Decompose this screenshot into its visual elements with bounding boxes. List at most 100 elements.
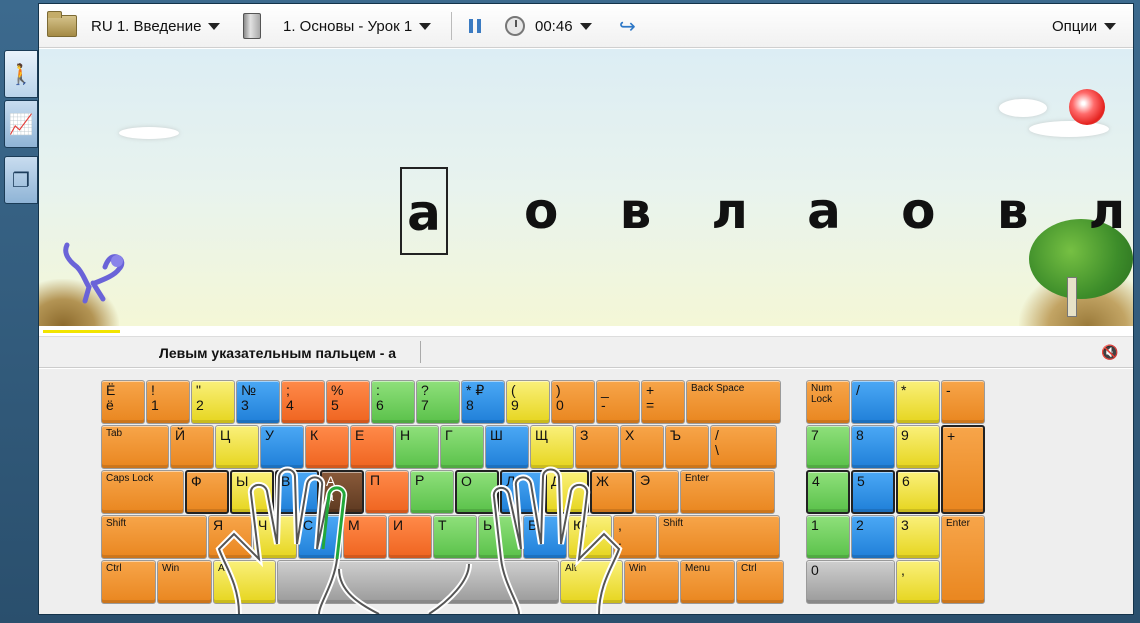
key[interactable]: Т [433,515,477,559]
key[interactable]: У [260,425,304,469]
key[interactable]: Alt [560,560,623,604]
open-folder-button[interactable] [47,4,77,48]
key[interactable]: / [851,380,895,424]
key[interactable]: 5 [851,470,895,514]
sidebar-statistics-button[interactable]: 📈 [4,100,38,148]
key[interactable]: Л [500,470,544,514]
key[interactable]: Win [624,560,679,604]
restart-button[interactable]: ↩ [619,4,636,48]
key[interactable]: (9 [506,380,550,424]
hint-divider [420,341,421,363]
timer-value: 00:46 [535,17,573,35]
key[interactable]: Х [620,425,664,469]
key[interactable]: Num Lock [806,380,850,424]
sidebar-lesson-button[interactable]: 🚶 [4,50,38,98]
key[interactable]: И [388,515,432,559]
key[interactable]: ) 0 [551,380,595,424]
back-arrow-icon: ↩ [619,15,636,38]
key[interactable]: Д [545,470,589,514]
key[interactable]: _ - [596,380,640,424]
key[interactable]: Ъ [665,425,709,469]
key[interactable]: Ь [478,515,522,559]
key[interactable]: Ctrl [101,560,156,604]
key[interactable]: Ц [215,425,259,469]
upcoming-letter: в [996,182,1029,240]
key[interactable]: Ф [185,470,229,514]
lesson-dropdown[interactable]: 1. Основы - Урок 1 [283,4,432,48]
key[interactable]: П [365,470,409,514]
key[interactable]: К [305,425,349,469]
key[interactable]: Menu [680,560,735,604]
key[interactable]: Я [208,515,252,559]
key[interactable]: ,. [613,515,657,559]
key[interactable]: Shift [101,515,207,559]
key[interactable]: 6 [896,470,940,514]
key[interactable]: 1 [806,515,850,559]
key[interactable]: Back Space [686,380,781,424]
key[interactable]: 0 [806,560,895,604]
sound-mute-button[interactable]: 🔇 [1101,344,1119,362]
key-label: З [580,427,589,443]
key[interactable]: Tab [101,425,169,469]
timer-dropdown[interactable]: 00:46 [505,4,592,48]
key[interactable]: :6 [371,380,415,424]
key[interactable]: , [896,560,940,604]
key[interactable]: Р [410,470,454,514]
key[interactable]: С [298,515,342,559]
pause-button[interactable] [469,4,481,48]
course-label: RU 1. Введение [91,17,202,35]
key[interactable]: 8 [851,425,895,469]
upcoming-letter: о [901,182,936,240]
key[interactable]: З [575,425,619,469]
key[interactable]: Alt [213,560,276,604]
key[interactable]: Й [170,425,214,469]
key[interactable]: 2 [851,515,895,559]
key[interactable]: Ж [590,470,634,514]
key[interactable]: 3 [896,515,940,559]
key[interactable]: Аа [320,470,364,514]
key[interactable]: Э [635,470,679,514]
key[interactable]: Г [440,425,484,469]
key[interactable]: В [275,470,319,514]
key[interactable]: Ю [568,515,612,559]
key[interactable]: - [941,380,985,424]
key[interactable]: ! 1 [146,380,190,424]
key[interactable]: Ч [253,515,297,559]
key[interactable]: Shift [658,515,780,559]
key[interactable]: ; 4 [281,380,325,424]
key[interactable]: Б [523,515,567,559]
key[interactable]: № 3 [236,380,280,424]
key-label: / [856,382,860,398]
key[interactable]: Щ [530,425,574,469]
key[interactable]: + = [641,380,685,424]
sidebar-pages-button[interactable]: ❐ [4,156,38,204]
course-dropdown[interactable]: RU 1. Введение [91,4,221,48]
key[interactable]: + [941,425,985,514]
options-dropdown[interactable]: Опции [1052,4,1117,48]
key[interactable]: Н [395,425,439,469]
key[interactable]: Win [157,560,212,604]
book-button[interactable] [243,4,261,48]
key[interactable]: О [455,470,499,514]
key-label: Win [629,563,647,574]
key[interactable]: 7 [806,425,850,469]
key[interactable]: 4 [806,470,850,514]
key[interactable]: М [343,515,387,559]
key[interactable]: Ш [485,425,529,469]
key[interactable]: Ctrl [736,560,784,604]
key[interactable]: Ёё [101,380,145,424]
key[interactable]: Е [350,425,394,469]
key[interactable]: Enter [680,470,775,514]
key[interactable]: Caps Lock [101,470,184,514]
key[interactable]: / \ [710,425,777,469]
key[interactable]: * ₽8 [461,380,505,424]
key[interactable]: Ы [230,470,274,514]
key[interactable]: 9 [896,425,940,469]
key[interactable]: Enter [941,515,985,604]
key[interactable] [277,560,559,604]
key[interactable]: % 5 [326,380,370,424]
key[interactable]: * [896,380,940,424]
key-label: Ю [573,517,588,533]
key[interactable]: " 2 [191,380,235,424]
key[interactable]: ? 7 [416,380,460,424]
